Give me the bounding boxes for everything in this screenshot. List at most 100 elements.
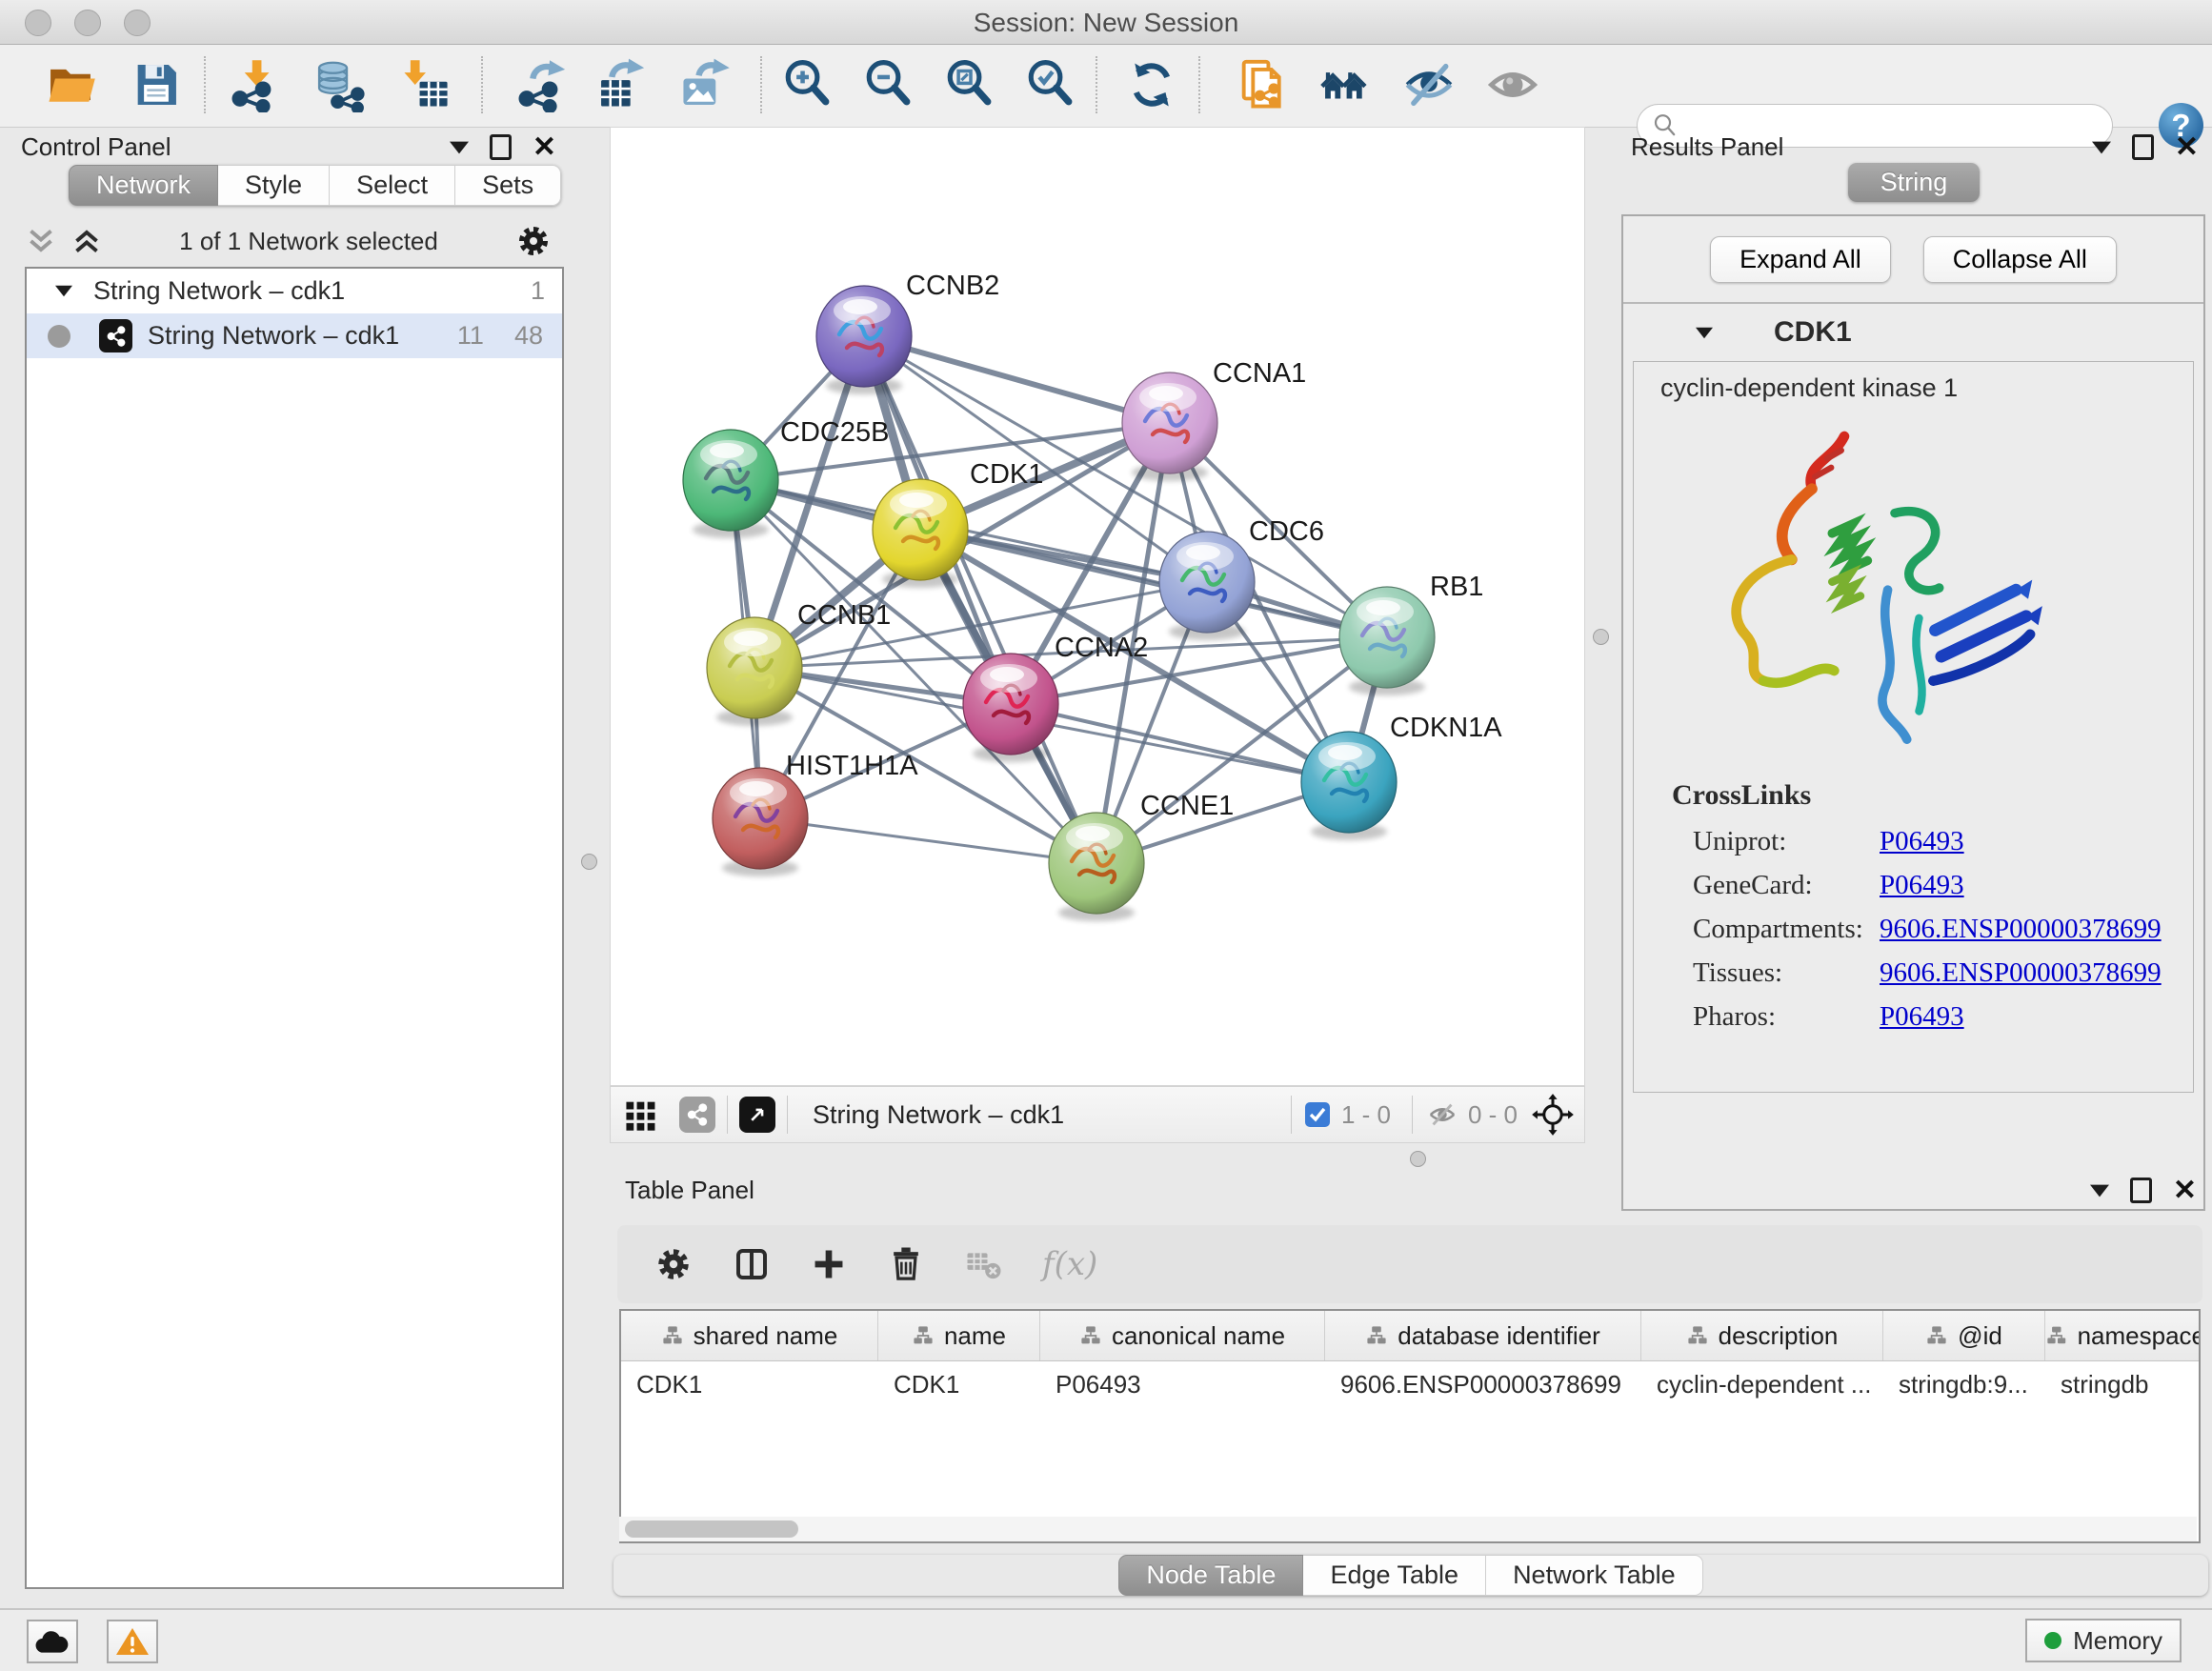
network-share-view-icon[interactable] [679,1097,715,1133]
network-node-cdc25b[interactable] [683,430,778,538]
network-canvas[interactable]: CCNB2CCNA1CDC25BCDK1CDC6RB1CCNB1CCNA2CDK… [610,127,1585,1086]
zoom-out-button[interactable] [859,54,920,115]
warnings-button[interactable] [107,1620,158,1663]
column-tree-icon [1925,1324,1948,1347]
float-panel-icon[interactable] [2130,1178,2152,1203]
zoom-selected-button[interactable] [1021,54,1082,115]
network-graph[interactable]: CCNB2CCNA1CDC25BCDK1CDC6RB1CCNB1CCNA2CDK… [611,128,1584,1085]
panel-menu-icon[interactable] [2090,1184,2109,1198]
table-cell[interactable]: 9606.ENSP00000378699 [1325,1370,1641,1399]
zoom-fit-button[interactable] [940,54,1001,115]
network-node-hist1h1a[interactable] [713,768,808,876]
hide-selected-button[interactable] [1398,54,1459,115]
export-network-button[interactable] [512,54,573,115]
gear-icon[interactable] [514,222,553,260]
cloud-status-button[interactable] [27,1620,78,1663]
table-cell[interactable]: stringdb:9... [1883,1370,2045,1399]
tab-network[interactable]: Network [69,165,218,206]
network-node-rb1[interactable] [1339,587,1435,695]
crosslink-link[interactable]: 9606.ENSP00000378699 [1880,957,2162,989]
hidden-eye-slash-icon[interactable] [1424,1098,1460,1131]
crosslink-link[interactable]: P06493 [1880,1001,1964,1033]
table-horizontal-scrollbar[interactable] [619,1517,2197,1541]
copy-network-button[interactable] [1232,54,1293,115]
tab-node-table[interactable]: Node Table [1118,1555,1303,1596]
panel-menu-icon[interactable] [450,141,469,154]
tab-style[interactable]: Style [218,165,330,206]
show-columns-icon[interactable] [732,1244,772,1284]
memory-status-dot [2044,1632,2061,1649]
import-network-button[interactable] [225,54,286,115]
import-table-button[interactable] [395,54,456,115]
tab-sets[interactable]: Sets [455,165,561,206]
column-header-namespace[interactable]: namespace [2045,1311,2201,1360]
memory-button[interactable]: Memory [2025,1619,2182,1662]
column-tree-icon [661,1324,684,1347]
column-tree-icon [1686,1324,1709,1347]
network-node-ccnb1[interactable] [707,617,802,726]
table-cell[interactable]: P06493 [1040,1370,1325,1399]
network-collection-row[interactable]: String Network – cdk1 1 [27,269,562,313]
fit-content-crosshair-icon[interactable] [1531,1093,1575,1137]
table-cell[interactable]: CDK1 [621,1370,878,1399]
collapse-caret-icon[interactable] [55,285,72,297]
collapse-all-button[interactable]: Collapse All [1923,236,2117,283]
birdseye-view-icon[interactable] [739,1097,775,1133]
left-splitter-handle[interactable] [581,854,597,870]
crosslink-link[interactable]: P06493 [1880,870,1964,901]
show-all-button[interactable] [1482,54,1543,115]
tab-network-table[interactable]: Network Table [1486,1555,1703,1596]
add-column-icon[interactable] [810,1245,848,1283]
panel-menu-icon[interactable] [2092,141,2111,154]
network-node-ccne1[interactable] [1049,813,1144,921]
collapse-all-icon[interactable] [25,227,57,255]
network-label: String Network – cdk1 [148,321,457,351]
table-cell[interactable]: cyclin-dependent ... [1641,1370,1883,1399]
table-cell[interactable]: CDK1 [878,1370,1040,1399]
column-header-name[interactable]: name [878,1311,1040,1360]
expand-all-button[interactable]: Expand All [1710,236,1891,283]
table-cell[interactable]: stringdb [2045,1370,2201,1399]
horizontal-splitter-handle[interactable] [1410,1151,1426,1167]
column-header-shared-name[interactable]: shared name [621,1311,878,1360]
float-panel-icon[interactable] [490,134,512,160]
column-header-@id[interactable]: @id [1883,1311,2045,1360]
tab-edge-table[interactable]: Edge Table [1303,1555,1486,1596]
float-panel-icon[interactable] [2132,134,2154,160]
title-bar: Session: New Session [0,0,2212,45]
network-node-cdc6[interactable] [1159,532,1255,640]
grid-view-icon[interactable] [622,1096,660,1134]
close-panel-icon[interactable]: ✕ [2173,1177,2197,1205]
network-node-ccnb2[interactable] [816,286,912,394]
delete-column-icon[interactable] [886,1244,926,1284]
close-panel-icon[interactable]: ✕ [533,133,556,162]
edge-count: 48 [514,321,543,351]
table-row[interactable]: CDK1CDK1P064939606.ENSP00000378699cyclin… [621,1361,2199,1407]
tab-string[interactable]: String [1848,163,1981,202]
column-header-description[interactable]: description [1641,1311,1883,1360]
network-row[interactable]: String Network – cdk1 11 48 [27,313,562,358]
network-node-cdkn1a[interactable] [1301,732,1397,840]
crosslink-link[interactable]: P06493 [1880,826,1964,857]
apply-layout-button[interactable] [1121,54,1182,115]
export-image-button[interactable] [674,54,735,115]
network-node-cdk1[interactable] [873,479,968,588]
gene-collapse-caret-icon[interactable] [1696,327,1713,339]
column-header-database-identifier[interactable]: database identifier [1325,1311,1641,1360]
home-networks-button[interactable] [1315,54,1376,115]
crosslink-link[interactable]: 9606.ENSP00000378699 [1880,914,2162,945]
expand-all-icon[interactable] [70,227,103,255]
save-session-button[interactable] [126,54,187,115]
import-network-from-database-button[interactable] [309,54,370,115]
close-panel-icon[interactable]: ✕ [2175,133,2199,162]
open-session-button[interactable] [40,54,101,115]
column-header-canonical-name[interactable]: canonical name [1040,1311,1325,1360]
selected-checkbox-icon[interactable] [1303,1100,1332,1129]
table-gear-icon[interactable] [654,1244,694,1284]
right-splitter-handle[interactable] [1593,629,1609,645]
export-table-button[interactable] [591,54,652,115]
network-node-ccna1[interactable] [1122,372,1217,481]
zoom-in-button[interactable] [778,54,839,115]
tab-select[interactable]: Select [330,165,455,206]
scrollbar-thumb[interactable] [625,1520,798,1538]
